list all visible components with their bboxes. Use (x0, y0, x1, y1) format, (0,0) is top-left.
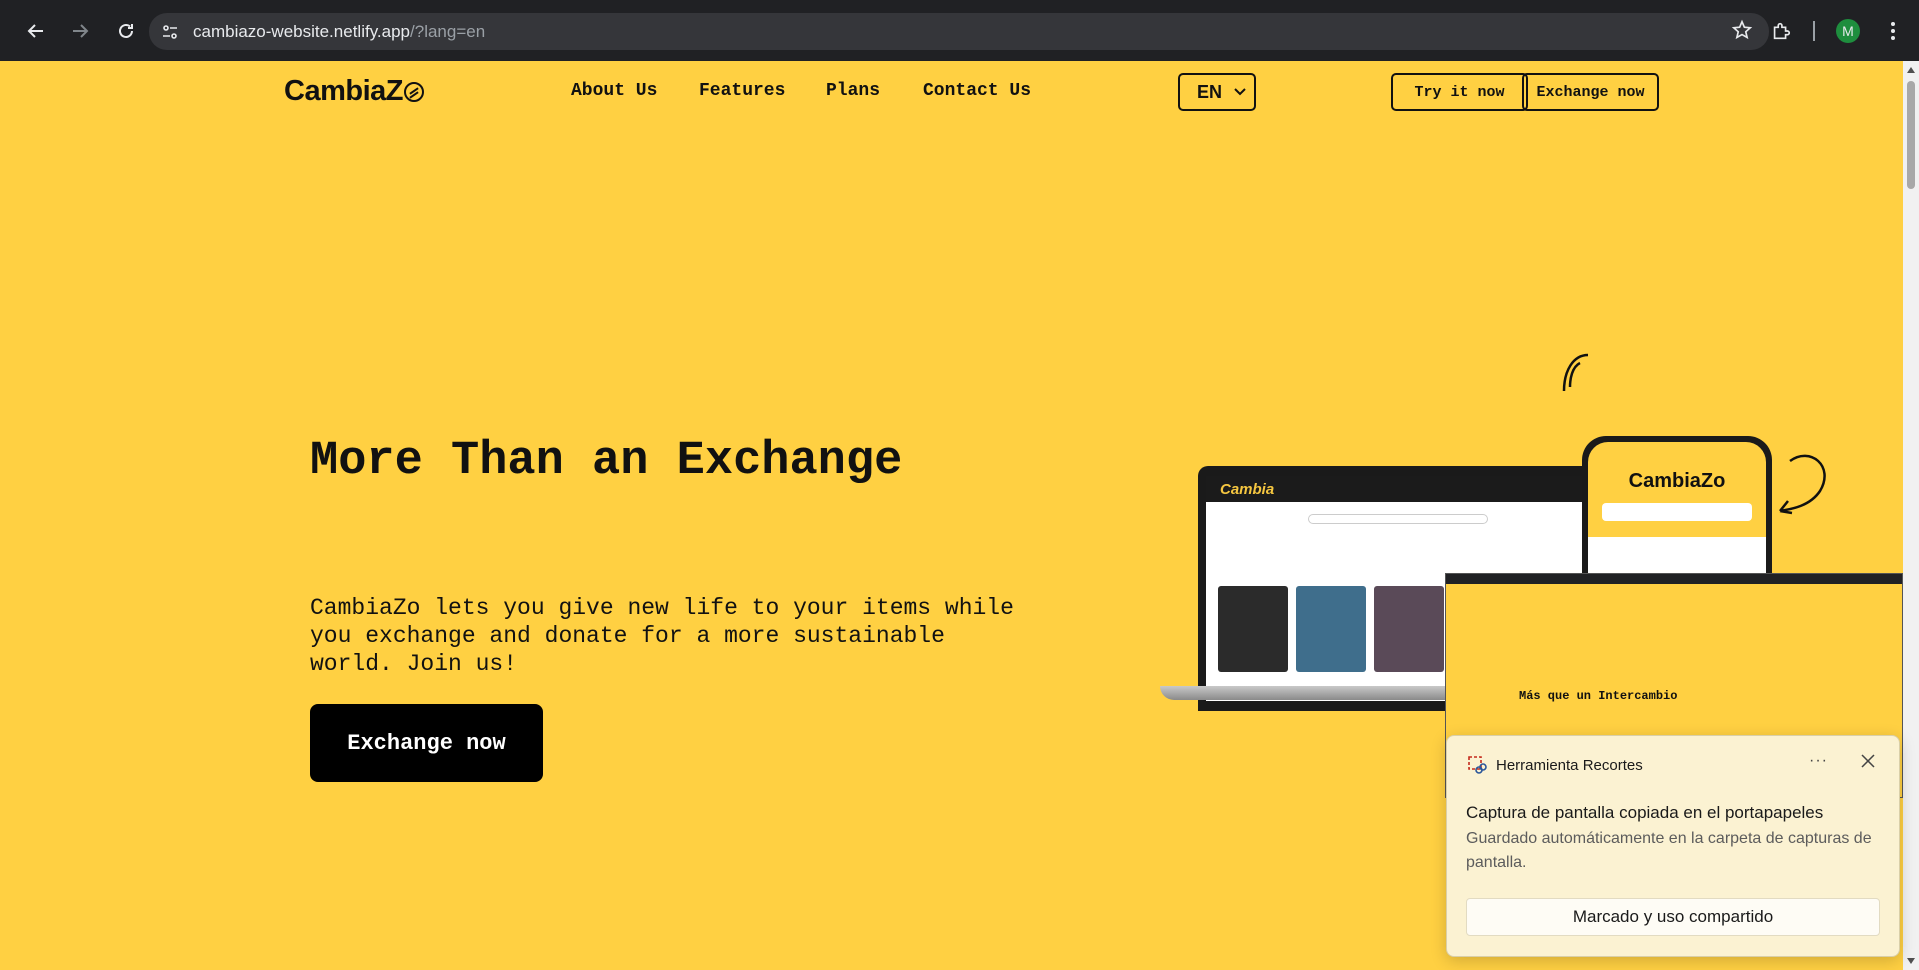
profile-avatar[interactable]: M (1836, 19, 1860, 43)
try-it-now-button[interactable]: Try it now (1391, 73, 1528, 111)
exchange-now-header-button[interactable]: Exchange now (1522, 73, 1659, 111)
chevron-down-icon (1234, 88, 1246, 96)
nav-contact-us[interactable]: Contact Us (923, 81, 1031, 101)
phone-brand: CambiaZo (1628, 470, 1726, 492)
reload-icon[interactable] (108, 13, 144, 49)
notification-heading: Captura de pantalla copiada en el portap… (1466, 803, 1824, 822)
laptop-search-bar (1308, 514, 1488, 524)
preview-title: Más que un Intercambio (1519, 689, 1678, 703)
language-select[interactable]: EN (1178, 73, 1256, 111)
scroll-thumb[interactable] (1907, 81, 1915, 189)
address-bar[interactable]: cambiazo-website.netlify.app/?lang=en (149, 13, 1769, 50)
exchange-now-hero-button[interactable]: Exchange now (310, 704, 543, 782)
product-card (1296, 586, 1366, 672)
hero-description: CambiaZo lets you give new life to your … (310, 595, 1014, 677)
back-arrow-icon[interactable] (18, 13, 54, 49)
page-scrollbar[interactable] (1903, 61, 1919, 970)
menu-icon[interactable] (1879, 16, 1907, 46)
snipping-tool-notification: Herramienta Recortes ··· Captura de pant… (1446, 735, 1900, 957)
more-options-icon[interactable]: ··· (1809, 752, 1828, 770)
toolbar-divider (1813, 21, 1815, 41)
product-card (1218, 586, 1288, 672)
star-icon[interactable] (1731, 19, 1753, 46)
notification-app-name: Herramienta Recortes (1496, 757, 1643, 774)
nav-plans[interactable]: Plans (826, 81, 880, 101)
hero-title: More Than an Exchange (310, 435, 903, 488)
product-card (1374, 586, 1444, 672)
extensions-icon[interactable] (1763, 13, 1799, 49)
cambiazo-logo[interactable]: CambiaZ (284, 75, 424, 108)
nav-about-us[interactable]: About Us (571, 81, 657, 101)
preview-browser-bar (1446, 574, 1902, 584)
snipping-tool-icon (1468, 756, 1487, 774)
logo-mark-icon (403, 81, 424, 102)
browser-toolbar: cambiazo-website.netlify.app/?lang=en M (0, 0, 1919, 61)
scroll-up-arrow-icon[interactable] (1907, 67, 1915, 73)
notification-body: Guardado automáticamente en la carpeta d… (1466, 830, 1872, 871)
arrow-squiggle-icon (1779, 454, 1826, 515)
forward-arrow-icon[interactable] (62, 13, 98, 49)
language-value: EN (1197, 81, 1223, 102)
laptop-brand: Cambia (1206, 476, 1590, 502)
site-info-icon[interactable] (153, 15, 187, 49)
squiggle-left-icon (1562, 353, 1589, 392)
laptop-product-cards (1218, 586, 1444, 672)
phone-search-bar (1602, 503, 1752, 521)
close-icon[interactable] (1861, 751, 1875, 774)
url-text: cambiazo-website.netlify.app/?lang=en (193, 21, 486, 41)
markup-and-share-button[interactable]: Marcado y uso compartido (1466, 898, 1880, 936)
logo-text: CambiaZ (284, 75, 403, 107)
scroll-down-arrow-icon[interactable] (1907, 958, 1915, 964)
nav-features[interactable]: Features (699, 81, 785, 101)
